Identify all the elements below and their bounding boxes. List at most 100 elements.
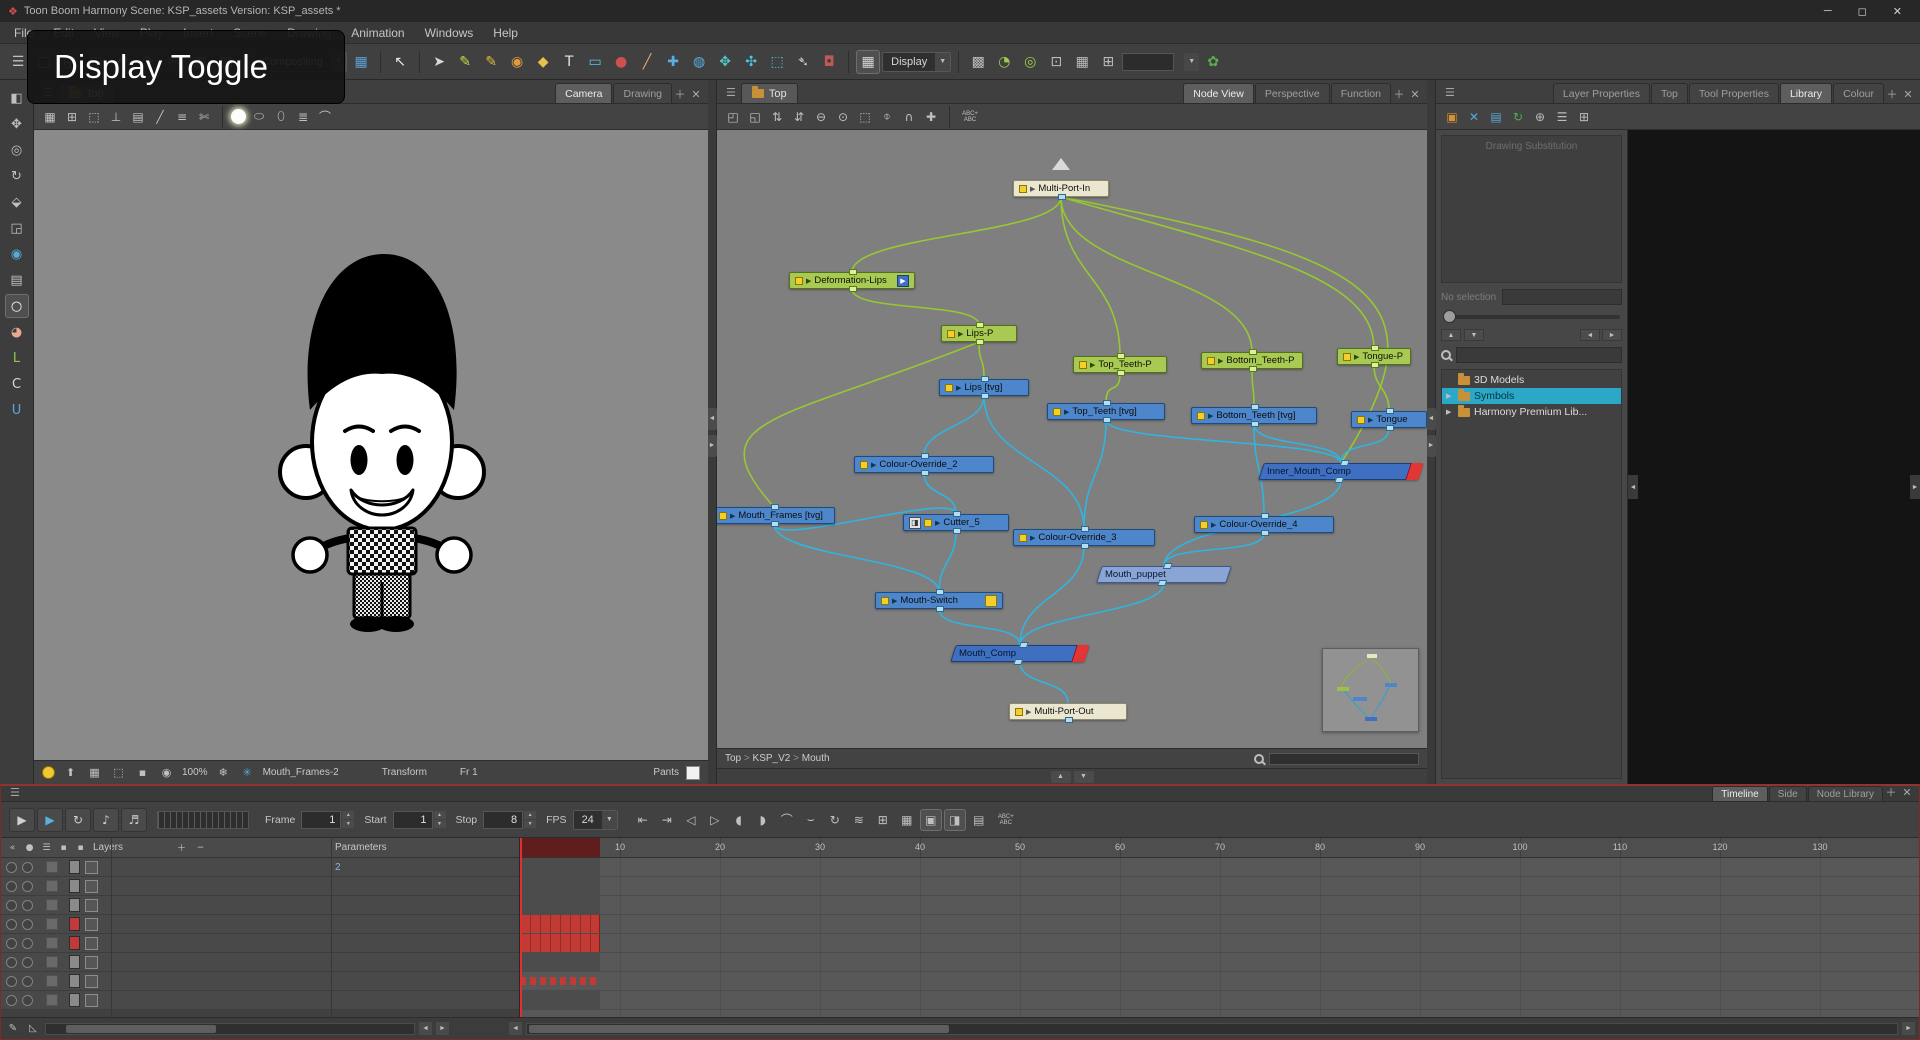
- frame-row-2[interactable]: [520, 877, 1919, 896]
- playback-range[interactable]: [520, 838, 600, 857]
- close-view-button[interactable]: ✕: [1899, 783, 1915, 801]
- details-view-icon[interactable]: ⊞: [1574, 107, 1594, 127]
- grid-plus-icon[interactable]: ⊞: [1096, 50, 1120, 74]
- spin-up-icon[interactable]: ▲: [524, 811, 537, 819]
- tab-camera-drawing[interactable]: Drawing: [613, 83, 672, 103]
- layer-toggle-icon[interactable]: [6, 899, 17, 911]
- ellipse-guide2-icon[interactable]: ⬯: [271, 107, 291, 127]
- add-node-icon[interactable]: ✚: [661, 50, 685, 74]
- layers-icon[interactable]: ▤: [5, 268, 29, 292]
- layer-toggle-icon[interactable]: [6, 956, 17, 968]
- next-icon[interactable]: ►: [1602, 329, 1622, 341]
- layer-toggle-icon[interactable]: [22, 994, 33, 1006]
- scroll-thumb[interactable]: [529, 1024, 949, 1033]
- layer-toggle-icon[interactable]: [22, 899, 33, 911]
- tab-right-colour[interactable]: Colour: [1833, 83, 1884, 103]
- prev-frame-icon[interactable]: ◁: [680, 809, 702, 831]
- stop-spinbox[interactable]: 8 ▲ ▼: [483, 810, 537, 829]
- layer-toggle-icon[interactable]: [22, 880, 33, 892]
- stop-value[interactable]: 8: [483, 810, 524, 829]
- target-add-icon[interactable]: ⊕: [1530, 107, 1550, 127]
- layer-thumbnail[interactable]: [85, 993, 98, 1007]
- onion-col-icon[interactable]: ▪: [73, 840, 88, 855]
- layer-lock-icon[interactable]: [46, 937, 58, 949]
- snowflake-icon[interactable]: ❄: [215, 764, 232, 781]
- grid-icon[interactable]: ▦: [86, 764, 103, 781]
- node-msw[interactable]: ▶ Mouth-Switch: [875, 589, 1003, 612]
- show-dot-icon[interactable]: ●: [22, 840, 37, 855]
- add-view-button[interactable]: ＋: [672, 85, 688, 103]
- node-btp[interactable]: ▶ Bottom_Teeth-P: [1201, 349, 1303, 372]
- panel-menu-icon[interactable]: ☰: [721, 86, 741, 103]
- l-badge-icon[interactable]: L: [5, 346, 29, 370]
- colour-pot-icon[interactable]: ●: [609, 50, 633, 74]
- collapse-left-icon[interactable]: ◄: [707, 407, 717, 430]
- layer-lock-icon[interactable]: [46, 975, 58, 987]
- exposure-cells[interactable]: [520, 953, 600, 971]
- node-co4[interactable]: ▶ Colour-Override_4: [1194, 513, 1334, 536]
- paint-tool-icon[interactable]: ◉: [505, 50, 529, 74]
- node-flower-icon[interactable]: ✣: [739, 50, 763, 74]
- export-icon[interactable]: ⬆: [62, 764, 79, 781]
- node-canvas[interactable]: ▶ Multi-Port-In ▶ Deformation-Lips ▶ ▶ Lips-P ▶…: [717, 130, 1427, 748]
- play-button[interactable]: ▶: [9, 807, 35, 832]
- camera-mask-icon[interactable]: ◨: [943, 808, 966, 831]
- chevron-down-icon[interactable]: ▼: [1184, 52, 1200, 71]
- frame-spinbox[interactable]: 1 ▲ ▼: [301, 810, 355, 829]
- timeline-zoom-slider[interactable]: [157, 810, 249, 829]
- order-up-icon[interactable]: ⇅: [767, 107, 787, 127]
- expand-arrow-icon[interactable]: ▶: [1030, 185, 1035, 193]
- close-view-button[interactable]: ✕: [688, 85, 704, 103]
- node-colour-swatch[interactable]: [1200, 520, 1208, 529]
- expand-arrow-icon[interactable]: ▶: [935, 519, 940, 527]
- exposure-cells[interactable]: [520, 896, 600, 914]
- grid-icon[interactable]: ▦: [40, 107, 60, 127]
- next-frame-icon[interactable]: ▷: [704, 809, 726, 831]
- render-mode-icon[interactable]: ▩: [966, 50, 990, 74]
- panel-menu-icon[interactable]: ☰: [5, 786, 25, 801]
- node-mpi[interactable]: ▶ Multi-Port-In: [1013, 180, 1109, 200]
- expand-arrow-icon[interactable]: ▶: [1090, 361, 1095, 369]
- maximize-button[interactable]: ◻: [1858, 5, 1867, 18]
- layer-lock-icon[interactable]: [46, 918, 58, 930]
- close-button[interactable]: ✕: [1893, 5, 1902, 18]
- focus-icon[interactable]: ⊙: [833, 107, 853, 127]
- layer-colour-swatch[interactable]: [69, 936, 80, 950]
- rectangle-tool-icon[interactable]: ▭: [583, 50, 607, 74]
- node-zoom-slider[interactable]: [1269, 752, 1419, 765]
- list-view-icon[interactable]: ☰: [1552, 107, 1572, 127]
- expand-arrow-icon[interactable]: ▶: [1218, 357, 1223, 365]
- sound-button[interactable]: ♪: [93, 807, 119, 832]
- expand-arrow-icon[interactable]: ▶: [1354, 353, 1359, 361]
- scroll-left-icon[interactable]: ◄: [419, 1022, 432, 1035]
- spin-up-icon[interactable]: ▲: [342, 811, 355, 819]
- expand-arrow-icon[interactable]: ▶: [1446, 408, 1454, 416]
- frame-all-icon[interactable]: ⬚: [855, 107, 875, 127]
- camera-canvas[interactable]: [34, 130, 708, 760]
- expand-arrow-icon[interactable]: ▶: [1026, 708, 1031, 716]
- expand-arrow-icon[interactable]: ▶: [958, 330, 963, 338]
- zoom-view-icon[interactable]: ◎: [5, 138, 29, 162]
- ease-out-icon[interactable]: ⌣: [800, 809, 822, 831]
- slider-knob[interactable]: [1443, 310, 1456, 323]
- add-view-button[interactable]: ＋: [1391, 85, 1407, 103]
- fps-dropdown[interactable]: 24 ▼: [572, 809, 618, 830]
- start-spinbox[interactable]: 1 ▲ ▼: [392, 810, 446, 829]
- search-node-icon[interactable]: ⌽: [877, 107, 897, 127]
- layer-row-1[interactable]: 2: [1, 858, 519, 877]
- frame-all-icon[interactable]: ⊡: [1044, 50, 1068, 74]
- node-bt[interactable]: ▶ Bottom_Teeth [tvg]: [1191, 404, 1317, 427]
- collapse-left-icon[interactable]: ◄: [1426, 407, 1436, 430]
- layer-row-7[interactable]: [1, 972, 519, 991]
- tab-nodeview-function[interactable]: Function: [1330, 83, 1391, 103]
- onion-skin-icon[interactable]: ◕: [5, 320, 29, 344]
- layer-colour-swatch[interactable]: [69, 974, 80, 988]
- toolbar-field[interactable]: [1122, 52, 1175, 71]
- node-colour-swatch[interactable]: [924, 518, 932, 527]
- tab-right-layer-properties[interactable]: Layer Properties: [1552, 83, 1650, 103]
- frame-row-6[interactable]: [520, 953, 1919, 972]
- layer-thumbnail[interactable]: [85, 879, 98, 893]
- layer-row-4[interactable]: [1, 915, 519, 934]
- layer-row-3[interactable]: [1, 896, 519, 915]
- frame-row-3[interactable]: [520, 896, 1919, 915]
